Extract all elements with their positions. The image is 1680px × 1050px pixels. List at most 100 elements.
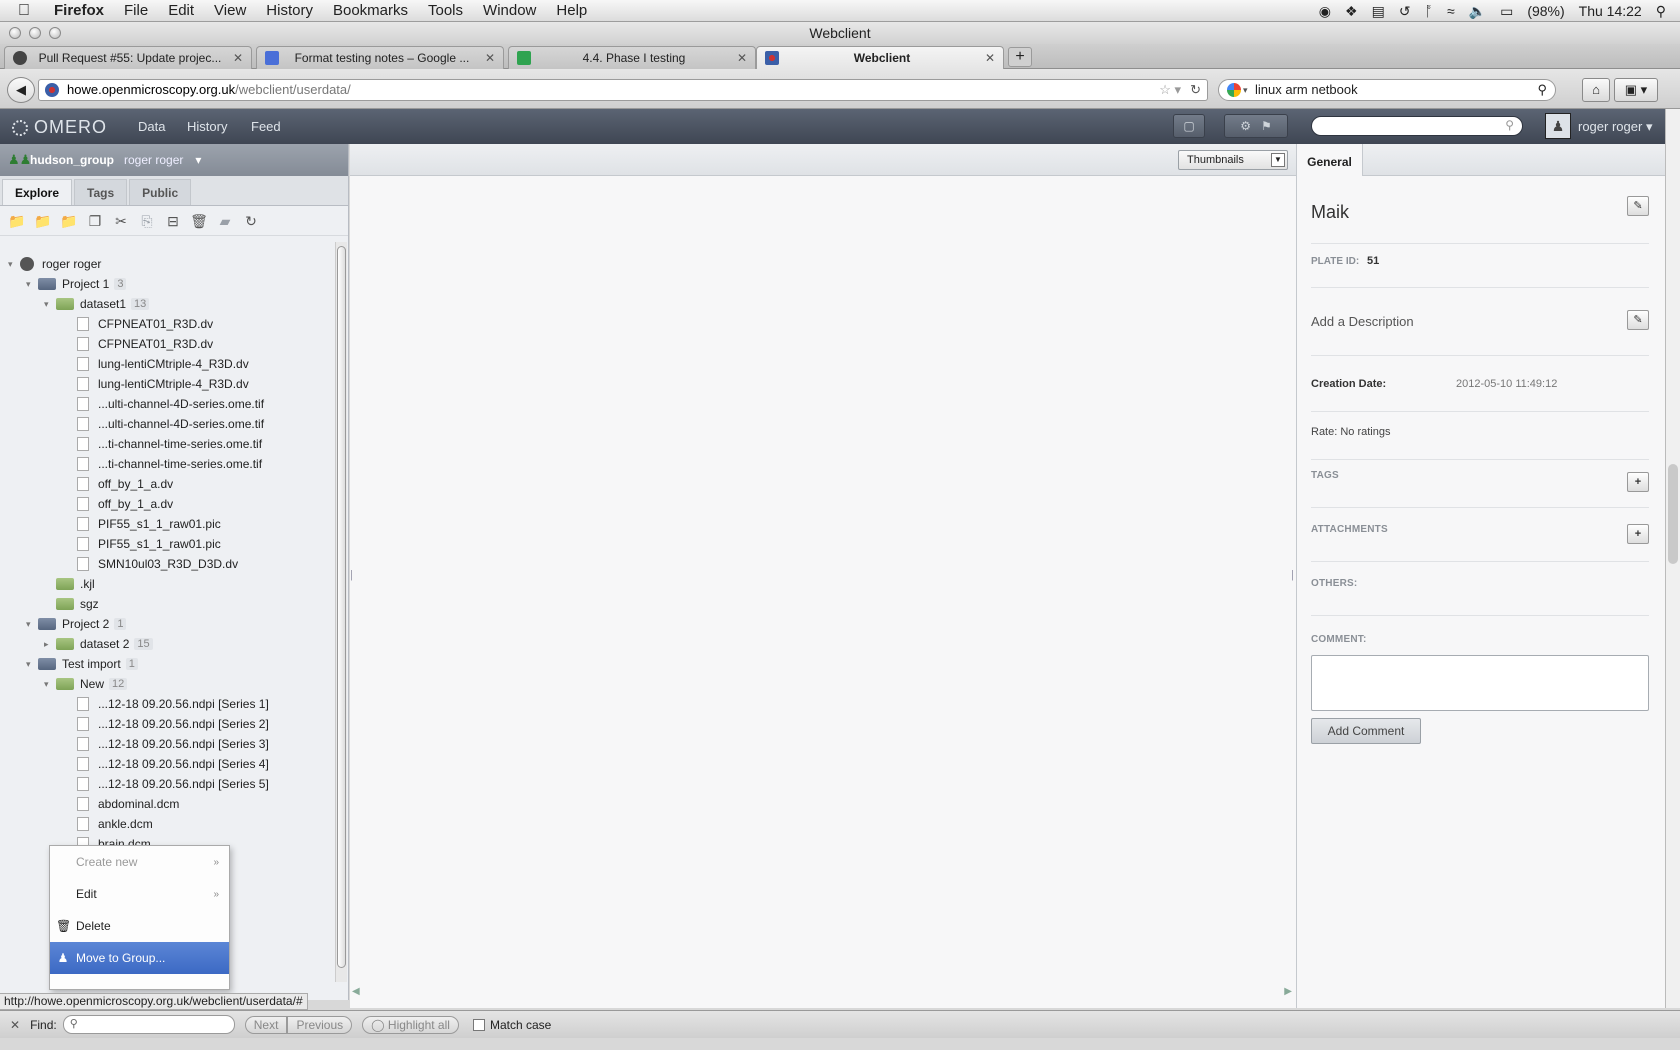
tree-scrollbar[interactable]: [335, 242, 347, 982]
tree-node-image[interactable]: PIF55_s1_1_raw01.pic: [62, 534, 221, 554]
zoom-window-button[interactable]: [49, 27, 61, 39]
menu-item-create-new[interactable]: Create new »: [50, 846, 229, 878]
settings-gear-icon[interactable]: ⚙: [1240, 119, 1251, 133]
tree-node-image[interactable]: PIF55_s1_1_raw01.pic: [62, 514, 221, 534]
tree-node-image[interactable]: ...12-18 09.20.56.ndpi [Series 3]: [62, 734, 269, 754]
highlight-all-button[interactable]: ◯ Highlight all: [362, 1015, 459, 1034]
menu-window[interactable]: Window: [483, 2, 536, 19]
nav-data[interactable]: Data: [138, 119, 165, 134]
tab-webclient[interactable]: Webclient ✕: [756, 46, 1004, 69]
tab-pull-request[interactable]: Pull Request #55: Update projec... ✕: [4, 46, 252, 69]
tree-node-image[interactable]: CFPNEAT01_R3D.dv: [62, 334, 213, 354]
tree-node-dataset[interactable]: ▸ dataset 2 15: [44, 634, 153, 654]
tree-node-image[interactable]: SMN10ul03_R3D_D3D.dv: [62, 554, 238, 574]
extension-button[interactable]: ▣ ▾: [1614, 78, 1658, 102]
new-screen-icon[interactable]: 📁: [58, 210, 80, 232]
collapsed-arrow-icon[interactable]: ▸: [44, 639, 56, 650]
tree-node-image[interactable]: ...ulti-channel-4D-series.ome.tif: [62, 394, 264, 414]
basket-button[interactable]: ▢: [1173, 114, 1205, 138]
menu-history[interactable]: History: [266, 2, 313, 19]
tree-node-dataset[interactable]: ▾ New 12: [44, 674, 128, 694]
add-attachment-button[interactable]: +: [1627, 524, 1649, 544]
web-search-field[interactable]: ▾ linux arm netbook ⚲: [1218, 79, 1556, 101]
tree-node-image[interactable]: ...ti-channel-time-series.ome.tif: [62, 434, 262, 454]
expanded-arrow-icon[interactable]: ▾: [26, 659, 38, 670]
robot-icon[interactable]: ◉: [1319, 3, 1331, 20]
user-menu[interactable]: roger roger ▾: [1578, 119, 1652, 135]
new-tab-button[interactable]: +: [1008, 47, 1032, 67]
edit-name-button[interactable]: ✎: [1627, 196, 1649, 216]
expanded-arrow-icon[interactable]: ▾: [26, 279, 38, 290]
omero-search-input[interactable]: ⚲: [1311, 116, 1523, 136]
view-mode-select[interactable]: Thumbnails ▼: [1178, 150, 1288, 170]
tree-node-image[interactable]: ...ti-channel-time-series.ome.tif: [62, 454, 262, 474]
tab-explore[interactable]: Explore: [2, 179, 73, 205]
menu-item-delete[interactable]: 🗑 Delete: [50, 910, 229, 942]
paste-icon[interactable]: ⎘: [136, 210, 158, 232]
tree-node-dataset[interactable]: sgz: [44, 594, 99, 614]
page-scroll-thumb[interactable]: [1668, 464, 1678, 564]
right-splitter-handle[interactable]: |: [1291, 569, 1294, 581]
wifi-icon[interactable]: ≈: [1447, 3, 1455, 19]
menu-view[interactable]: View: [214, 2, 246, 19]
google-icon[interactable]: [1227, 83, 1241, 97]
add-tag-button[interactable]: +: [1627, 472, 1649, 492]
nav-feed[interactable]: Feed: [251, 119, 281, 134]
close-window-button[interactable]: [9, 27, 21, 39]
add-comment-button[interactable]: Add Comment: [1311, 718, 1421, 744]
edit-description-button[interactable]: ✎: [1627, 310, 1649, 330]
menu-file[interactable]: File: [124, 2, 148, 19]
expanded-arrow-icon[interactable]: ▾: [44, 299, 56, 310]
tree-node-image[interactable]: ...12-18 09.20.56.ndpi [Series 5]: [62, 774, 269, 794]
tree-node-dataset[interactable]: .kjl: [44, 574, 95, 594]
tree-node-user[interactable]: ▾ roger roger: [8, 254, 101, 274]
spotlight-icon[interactable]: ⚲: [1656, 3, 1666, 20]
tree-node-image[interactable]: lung-lentiCMtriple-4_R3D.dv: [62, 354, 249, 374]
copy-icon[interactable]: ❐: [84, 210, 106, 232]
site-identity-icon[interactable]: [45, 83, 59, 97]
display-icon[interactable]: ▤: [1372, 3, 1385, 20]
close-tab-icon[interactable]: ✕: [485, 51, 495, 65]
delete-icon[interactable]: 🗑: [188, 210, 210, 232]
find-previous-button[interactable]: Previous: [287, 1015, 353, 1034]
tab-phase-testing[interactable]: 4.4. Phase I testing ✕: [508, 46, 756, 69]
cut-icon[interactable]: ✂: [110, 210, 132, 232]
tab-tags[interactable]: Tags: [74, 179, 128, 205]
tree-node-dataset[interactable]: ▾ dataset1 13: [44, 294, 150, 314]
bookmark-star-icon[interactable]: ☆ ▾: [1159, 80, 1181, 100]
bluetooth-icon[interactable]: ᚩ: [1425, 3, 1433, 19]
remove-icon[interactable]: ⊟: [162, 210, 184, 232]
user-avatar[interactable]: ♟: [1545, 113, 1571, 139]
find-next-button[interactable]: Next: [244, 1015, 288, 1034]
tree-node-image[interactable]: ...12-18 09.20.56.ndpi [Series 1]: [62, 694, 269, 714]
minimize-window-button[interactable]: [29, 27, 41, 39]
tab-google-doc[interactable]: Format testing notes – Google ... ✕: [256, 46, 504, 69]
tree-node-image[interactable]: CFPNEAT01_R3D.dv: [62, 314, 213, 334]
refresh-icon[interactable]: ↻: [240, 210, 262, 232]
expanded-arrow-icon[interactable]: ▾: [26, 619, 38, 630]
menu-bookmarks[interactable]: Bookmarks: [333, 2, 408, 19]
collapse-left-icon[interactable]: ◀: [352, 986, 360, 997]
tab-general[interactable]: General: [1297, 144, 1363, 176]
reload-icon[interactable]: ↻: [1190, 80, 1201, 100]
volume-icon[interactable]: 🔈: [1469, 3, 1486, 20]
home-button[interactable]: ⌂: [1582, 78, 1610, 102]
new-dataset-icon[interactable]: 📁: [32, 210, 54, 232]
tree-scroll-thumb[interactable]: [337, 246, 346, 968]
search-icon[interactable]: ⚲: [1537, 80, 1547, 100]
find-input[interactable]: ⚲: [62, 1015, 235, 1034]
menu-tools[interactable]: Tools: [428, 2, 463, 19]
search-engine-dropdown-icon[interactable]: ▾: [1243, 80, 1248, 100]
activities-flag-icon[interactable]: ⚑: [1261, 119, 1272, 133]
apple-icon[interactable]: : [18, 2, 42, 20]
back-button[interactable]: ◀: [7, 77, 35, 103]
clock[interactable]: Thu 14:22: [1579, 3, 1642, 19]
new-project-icon[interactable]: 📁: [6, 210, 28, 232]
battery-icon[interactable]: ▭: [1500, 3, 1513, 20]
menu-help[interactable]: Help: [556, 2, 587, 19]
tree-node-image[interactable]: ankle.dcm: [62, 814, 153, 834]
chgrp-icon[interactable]: ▰: [214, 210, 236, 232]
menu-item-edit[interactable]: Edit »: [50, 878, 229, 910]
time-machine-icon[interactable]: ↺: [1399, 3, 1411, 20]
tree-node-project[interactable]: ▾ Project 1 3: [26, 274, 127, 294]
